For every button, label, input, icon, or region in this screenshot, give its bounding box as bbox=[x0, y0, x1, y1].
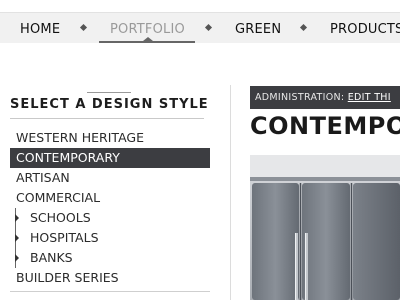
sidebar-title: SELECT A DESIGN STYLE bbox=[10, 97, 209, 112]
menu-item-label: BUILDER SERIES bbox=[16, 270, 119, 285]
nav-separator-icon bbox=[204, 23, 213, 32]
submenu-arrow-icon bbox=[15, 234, 19, 242]
menu-subitem-banks[interactable]: BANKS bbox=[10, 248, 210, 268]
menu-item-builder-series[interactable]: BUILDER SERIES bbox=[10, 268, 210, 288]
design-style-menu: WESTERN HERITAGE CONTEMPORARY ARTISAN CO… bbox=[10, 128, 210, 288]
menu-item-western-heritage[interactable]: WESTERN HERITAGE bbox=[10, 128, 210, 148]
cabinet-photo bbox=[250, 155, 400, 300]
menu-subitem-hospitals[interactable]: HOSPITALS bbox=[10, 228, 210, 248]
menu-item-artisan[interactable]: ARTISAN bbox=[10, 168, 210, 188]
menu-bottom-rule bbox=[10, 291, 210, 292]
nav-home-link[interactable]: HOME bbox=[20, 13, 60, 43]
admin-bar: ADMINISTRATION: EDIT THI bbox=[250, 86, 400, 109]
menu-item-commercial[interactable]: COMMERCIAL bbox=[10, 188, 210, 208]
menu-item-contemporary[interactable]: CONTEMPORARY bbox=[10, 148, 210, 168]
nav-products-link[interactable]: PRODUCTS bbox=[330, 13, 400, 43]
menu-item-label: BANKS bbox=[30, 250, 73, 265]
nav-active-caret-icon bbox=[143, 37, 153, 41]
menu-item-label: SCHOOLS bbox=[30, 210, 91, 225]
menu-item-label: ARTISAN bbox=[16, 170, 70, 185]
submenu-arrow-icon bbox=[15, 214, 19, 222]
cabinet-photo-illustration bbox=[250, 155, 400, 300]
nav-separator-icon bbox=[79, 23, 88, 32]
title-bottom-rule bbox=[10, 118, 204, 119]
nav-active-underline bbox=[99, 41, 195, 43]
nav-separator-icon bbox=[299, 23, 308, 32]
column-divider bbox=[230, 85, 231, 300]
menu-item-label: HOSPITALS bbox=[30, 230, 99, 245]
title-top-rule bbox=[87, 92, 131, 93]
menu-item-label: COMMERCIAL bbox=[16, 190, 101, 205]
admin-label: ADMINISTRATION: bbox=[255, 92, 345, 103]
edit-link[interactable]: EDIT THI bbox=[348, 92, 391, 103]
top-nav: HOME PORTFOLIO GREEN PRODUCTS bbox=[0, 12, 400, 43]
menu-item-label: CONTEMPORARY bbox=[16, 150, 120, 165]
menu-subitem-schools[interactable]: SCHOOLS bbox=[10, 208, 210, 228]
nav-green-link[interactable]: GREEN bbox=[235, 13, 281, 43]
submenu-arrow-icon bbox=[15, 254, 19, 262]
menu-item-label: WESTERN HERITAGE bbox=[16, 130, 144, 145]
page-title: CONTEMPO bbox=[250, 112, 400, 140]
